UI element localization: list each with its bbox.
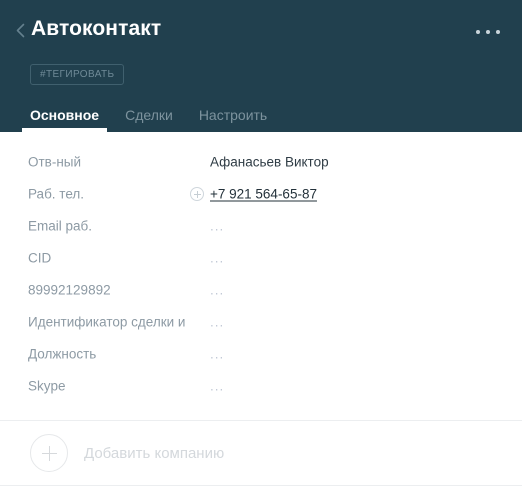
field-label: CID [28,250,52,266]
field-row: Skype... [0,370,522,402]
field-value-empty[interactable]: ... [210,379,224,394]
ellipsis-dot [486,30,490,34]
field-label: Skype [28,378,66,394]
add-phone-icon[interactable] [190,187,204,201]
field-value[interactable]: +7 921 564-65-87 [210,187,317,202]
tab-bar: Основное Сделки Настроить [21,96,293,132]
panel-header: Автоконтакт #ТЕГИРОВАТЬ Основное Сделки На… [0,0,522,132]
field-label: 89992129892 [28,282,111,298]
right-gutter [522,0,528,503]
ellipsis-icon[interactable] [476,23,500,41]
ellipsis-dot [496,30,500,34]
field-label: Должность [28,346,97,362]
tab-setup[interactable]: Настроить [199,107,267,132]
field-value-empty[interactable]: ... [210,283,224,298]
field-value: Афанасьев Виктор [210,154,329,170]
field-label: Раб. тел. [28,186,85,202]
add-company-button[interactable]: Добавить компанию [0,421,522,485]
field-label: Идентификатор сделки и [28,314,186,330]
divider-bottom [0,485,522,486]
chevron-left-icon[interactable] [9,17,31,43]
panel-body: Отв-ный Афанасьев Виктор Раб. тел. +7 921 5… [0,132,522,503]
field-value-empty[interactable]: ... [210,219,224,234]
field-row: CID... [0,242,522,274]
add-company-label: Добавить компанию [84,444,225,462]
field-row: 89992129892... [0,274,522,306]
field-list: Отв-ный Афанасьев Виктор Раб. тел. +7 921 5… [0,146,522,402]
field-row: Должность... [0,338,522,370]
field-value-empty[interactable]: ... [210,315,224,330]
page-title: Автоконтакт [31,17,162,40]
field-label: Отв-ный [28,154,82,170]
field-value-empty[interactable]: ... [210,347,224,362]
tab-main[interactable]: Основное [21,107,108,132]
field-row: Отв-ный Афанасьев Виктор [0,146,522,178]
field-row: Email раб.... [0,210,522,242]
tab-deals[interactable]: Сделки [125,107,173,132]
ellipsis-dot [476,30,480,34]
tag-button[interactable]: #ТЕГИРОВАТЬ [30,64,125,85]
field-value-empty[interactable]: ... [210,251,224,266]
field-row: Раб. тел. +7 921 564-65-87 [0,178,522,210]
plus-circle-icon [30,434,68,472]
field-label: Email раб. [28,218,93,234]
contact-card-panel: Автоконтакт #ТЕГИРОВАТЬ Основное Сделки На… [0,0,522,503]
field-row: Идентификатор сделки и... [0,306,522,338]
